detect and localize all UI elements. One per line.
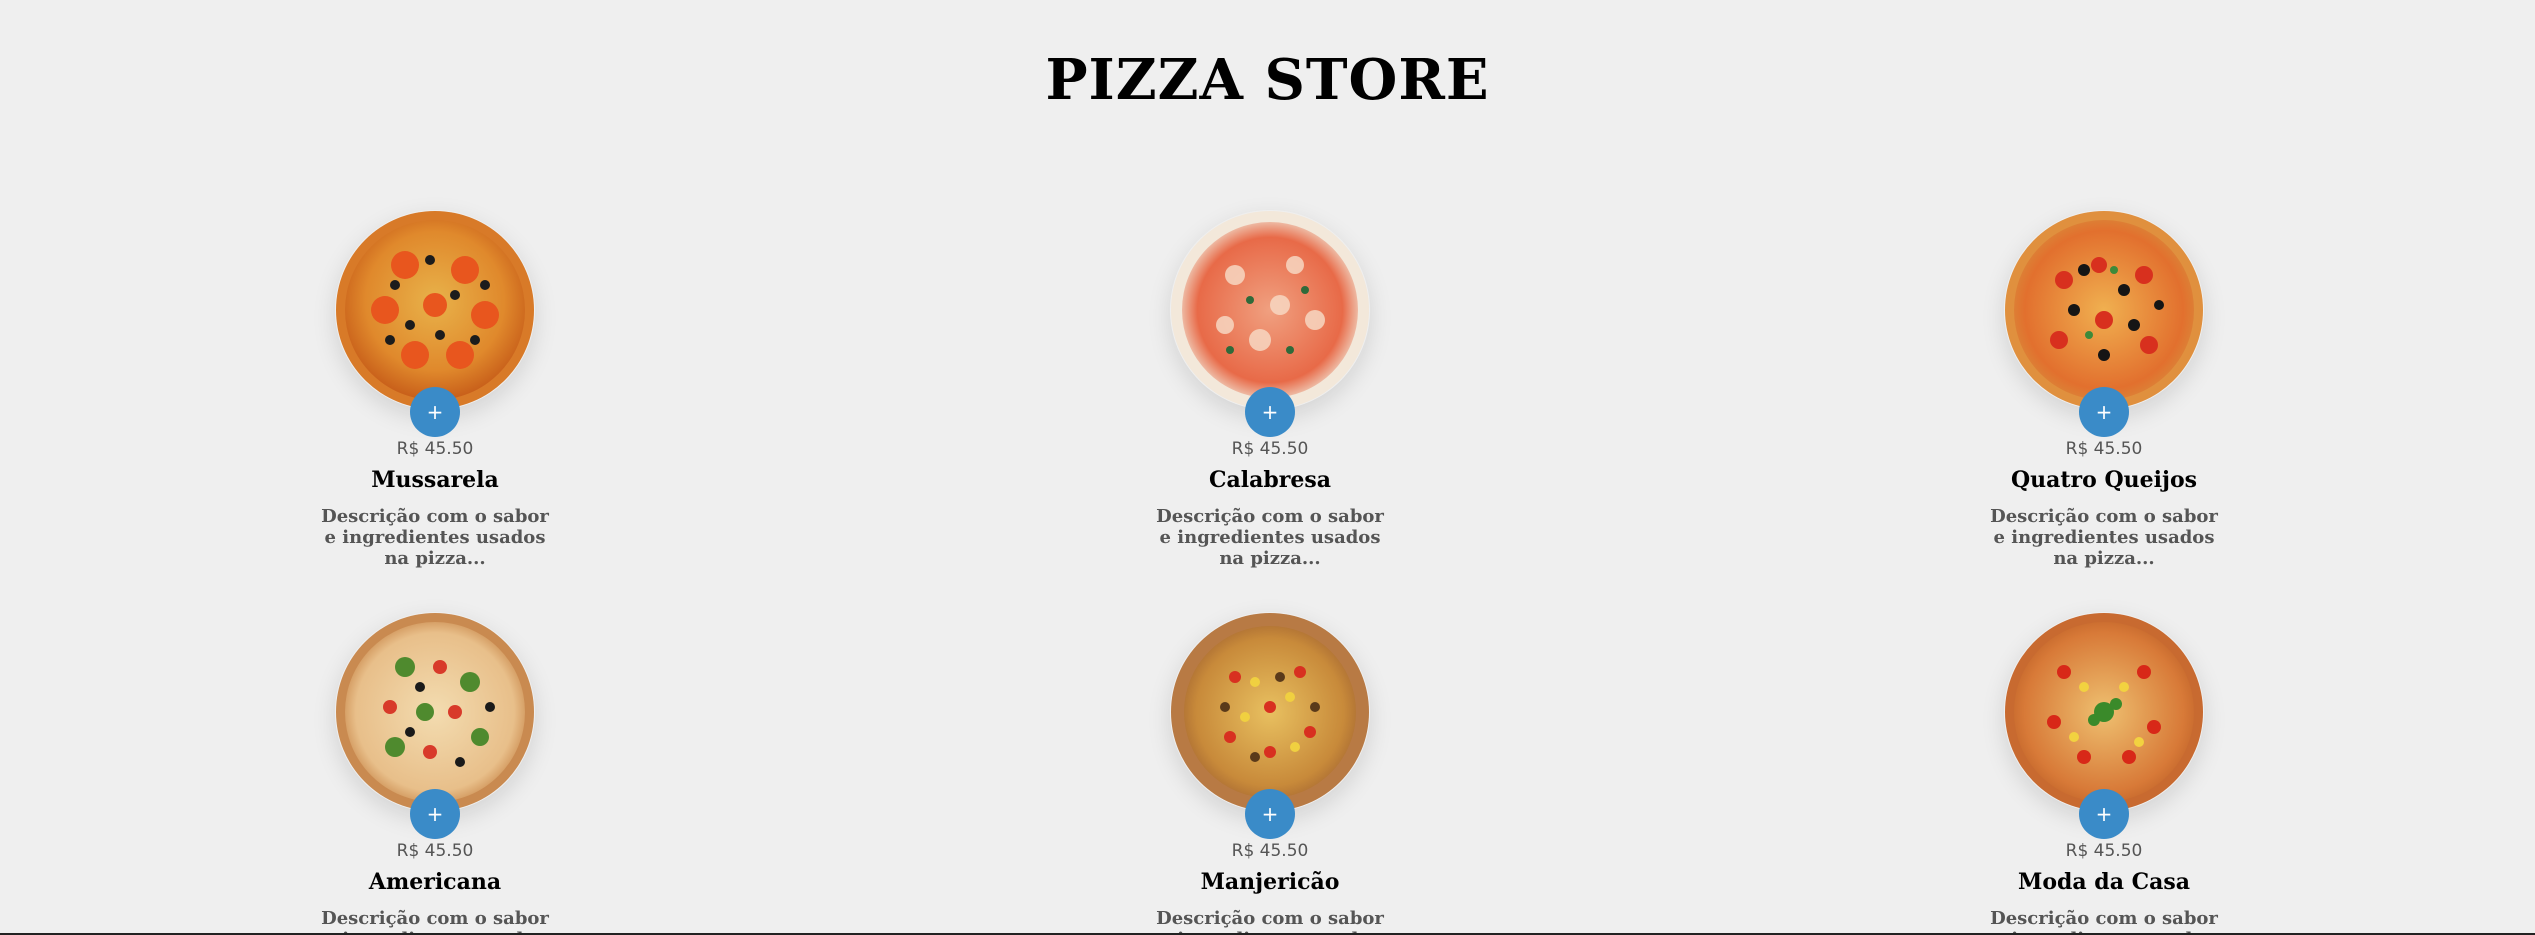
page-title: PIZZA STORE	[1045, 47, 1490, 113]
pizza-calabresa-icon[interactable]	[1170, 210, 1370, 410]
pizza-store-page: PIZZA STORE + R$ 45.50 Mussarela Descriç…	[0, 0, 2535, 935]
pizza-description: Descrição com o sabor e ingredientes usa…	[1156, 908, 1384, 935]
pizza-image-wrap: +	[2004, 210, 2204, 437]
pizza-americana-icon[interactable]	[335, 612, 535, 812]
pizza-description: Descrição com o sabor e ingredientes usa…	[1156, 506, 1384, 569]
pizza-name: Americana	[368, 869, 502, 895]
pizza-image-wrap: +	[2004, 612, 2204, 839]
pizza-card: + R$ 45.50 Americana Descrição com o sab…	[305, 612, 565, 935]
pizza-moda-da-casa-icon[interactable]	[2004, 612, 2204, 812]
add-button[interactable]: +	[1245, 789, 1295, 839]
pizza-manjericao-icon[interactable]	[1170, 612, 1370, 812]
pizza-description: Descrição com o sabor e ingredientes usa…	[1990, 506, 2218, 569]
pizza-card: + R$ 45.50 Manjericão Descrição com o sa…	[1140, 612, 1400, 935]
pizza-image-wrap: +	[1170, 612, 1370, 839]
pizza-image-wrap: +	[335, 210, 535, 437]
add-button[interactable]: +	[1245, 387, 1295, 437]
pizza-mussarela-icon[interactable]	[335, 210, 535, 410]
pizza-card: + R$ 45.50 Calabresa Descrição com o sab…	[1140, 210, 1400, 569]
pizza-card: + R$ 45.50 Quatro Queijos Descrição com …	[1974, 210, 2234, 569]
pizza-name: Manjericão	[1200, 869, 1340, 895]
pizza-quatro-queijos-icon[interactable]	[2004, 210, 2204, 410]
pizza-name: Quatro Queijos	[2010, 467, 2198, 493]
pizza-image-wrap: +	[335, 612, 535, 839]
pizza-description: Descrição com o sabor e ingredientes usa…	[321, 908, 549, 935]
pizza-card: + R$ 45.50 Moda da Casa Descrição com o …	[1974, 612, 2234, 935]
add-button[interactable]: +	[410, 789, 460, 839]
price-label: R$ 45.50	[1231, 439, 1309, 459]
price-label: R$ 45.50	[1231, 841, 1309, 861]
pizza-name: Calabresa	[1209, 467, 1331, 493]
add-button[interactable]: +	[2079, 789, 2129, 839]
price-label: R$ 45.50	[396, 841, 474, 861]
price-label: R$ 45.50	[2065, 439, 2143, 459]
add-button[interactable]: +	[2079, 387, 2129, 437]
pizza-name: Mussarela	[371, 467, 499, 493]
pizza-card: + R$ 45.50 Mussarela Descrição com o sab…	[305, 210, 565, 569]
price-label: R$ 45.50	[396, 439, 474, 459]
pizza-image-wrap: +	[1170, 210, 1370, 437]
add-button[interactable]: +	[410, 387, 460, 437]
pizza-description: Descrição com o sabor e ingredientes usa…	[1990, 908, 2218, 935]
pizza-name: Moda da Casa	[2017, 869, 2191, 895]
price-label: R$ 45.50	[2065, 841, 2143, 861]
pizza-description: Descrição com o sabor e ingredientes usa…	[321, 506, 549, 569]
